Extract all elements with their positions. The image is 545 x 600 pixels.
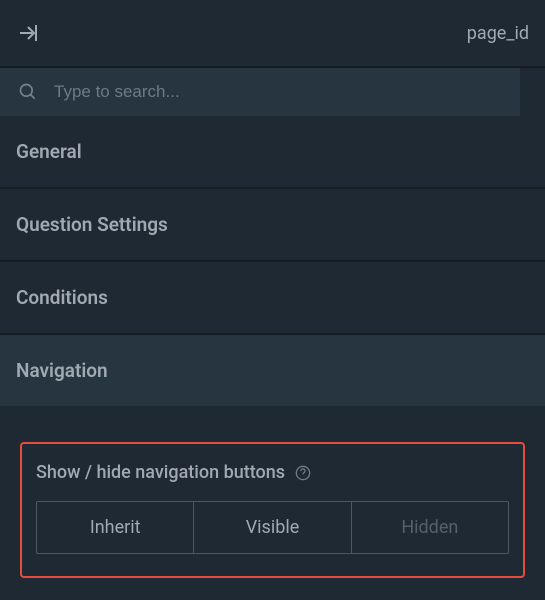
search-input[interactable] — [0, 68, 520, 116]
toggle-option-hidden[interactable]: Hidden — [352, 502, 508, 553]
search-icon — [18, 82, 38, 102]
section-title-question-settings: Question Settings — [16, 213, 529, 236]
help-icon[interactable] — [295, 465, 311, 481]
section-general[interactable]: General — [0, 116, 545, 189]
page-id-label: page_id — [467, 23, 529, 44]
section-question-settings[interactable]: Question Settings — [0, 189, 545, 262]
setting-label: Show / hide navigation buttons — [36, 462, 285, 483]
navigation-buttons-toggle-group: Inherit Visible Hidden — [36, 501, 509, 554]
header: page_id — [0, 0, 545, 68]
section-title-general: General — [16, 140, 529, 163]
section-conditions[interactable]: Conditions — [0, 262, 545, 335]
collapse-right-icon[interactable] — [16, 21, 40, 45]
spacer — [0, 406, 545, 436]
section-navigation[interactable]: Navigation — [0, 335, 545, 406]
toggle-option-visible[interactable]: Visible — [194, 502, 351, 553]
section-title-navigation: Navigation — [16, 359, 529, 382]
search-container — [0, 68, 520, 116]
toggle-option-inherit[interactable]: Inherit — [37, 502, 194, 553]
navigation-buttons-setting: Show / hide navigation buttons Inherit V… — [20, 442, 525, 578]
setting-label-row: Show / hide navigation buttons — [36, 462, 509, 483]
section-title-conditions: Conditions — [16, 286, 529, 309]
